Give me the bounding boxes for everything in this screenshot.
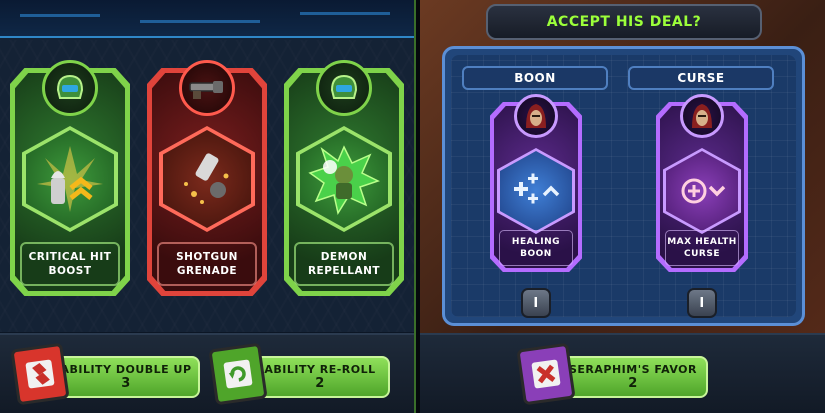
deal-panel: ACCEPT HIS DEAL? BOON HEALING BOON i CURS… [420, 0, 825, 413]
button-title: ABILITY RE-ROLL [264, 363, 376, 376]
boon-info-button[interactable]: i [521, 288, 551, 318]
circuit-decoration [20, 14, 100, 17]
card-label-line2: GRENADE [176, 265, 238, 277]
boon-header-label: BOON [514, 71, 556, 85]
deal-title: ACCEPT HIS DEAL? [546, 14, 702, 30]
curse-info-button[interactable]: i [687, 288, 717, 318]
top-band [0, 0, 414, 38]
seraphims-favor-button[interactable]: SERAPHIM'S FAVOR 2 [558, 356, 708, 398]
card-label-line2: BOOST [48, 265, 92, 277]
card-label: SHOTGUN GRENADE [157, 242, 257, 286]
curse-header: CURSE [628, 66, 774, 90]
button-count: 3 [121, 376, 131, 391]
shotgun-icon [179, 60, 235, 116]
ability-reroll-button[interactable]: ABILITY RE-ROLL 2 [250, 356, 390, 398]
info-icon: i [533, 295, 539, 311]
seraphim-disk-icon [516, 342, 576, 406]
button-count: 2 [628, 376, 638, 391]
ability-card-demon-repellant[interactable]: DEMON REPELLANT [284, 60, 404, 296]
card-label-line1: DEMON [320, 251, 368, 263]
ability-double-up-button[interactable]: ABILITY DOUBLE UP 3 [52, 356, 200, 398]
card-label: DEMON REPELLANT [294, 242, 394, 286]
boon-header: BOON [462, 66, 608, 90]
card-label-line2: REPELLANT [307, 265, 381, 277]
boon-label: HEALING BOON [499, 230, 573, 266]
ability-card-critical-hit-boost[interactable]: CRITICAL HIT BOOST [10, 60, 130, 296]
ability-card-shotgun-grenade[interactable]: SHOTGUN GRENADE [147, 60, 267, 296]
helmet-icon [316, 60, 372, 116]
button-title: SERAPHIM'S FAVOR [568, 363, 697, 376]
ability-selection-panel: CRITICAL HIT BOOST SHOTGUN GRENADE DEMON… [0, 0, 414, 413]
boon-label-line2: BOON [520, 249, 552, 259]
deal-title-bar: ACCEPT HIS DEAL? [486, 4, 762, 40]
card-label: CRITICAL HIT BOOST [20, 242, 120, 286]
reroll-disk-icon [208, 342, 268, 406]
circuit-decoration [300, 12, 390, 15]
button-count: 2 [315, 376, 325, 391]
curse-label-line2: CURSE [684, 249, 720, 259]
card-label-line1: SHOTGUN [176, 251, 238, 263]
helmet-icon [42, 60, 98, 116]
card-label-line1: CRITICAL HIT [28, 251, 112, 263]
boon-label-line1: HEALING [511, 237, 561, 247]
button-title: ABILITY DOUBLE UP [60, 363, 192, 376]
curse-header-label: CURSE [677, 71, 725, 85]
curse-label-line1: MAX HEALTH [667, 237, 737, 247]
seraphim-face-icon [514, 94, 558, 138]
curse-label: MAX HEALTH CURSE [665, 230, 739, 266]
info-icon: i [699, 295, 705, 311]
circuit-decoration [140, 20, 260, 23]
seraphim-face-icon [680, 94, 724, 138]
double-up-disk-icon [10, 342, 70, 406]
